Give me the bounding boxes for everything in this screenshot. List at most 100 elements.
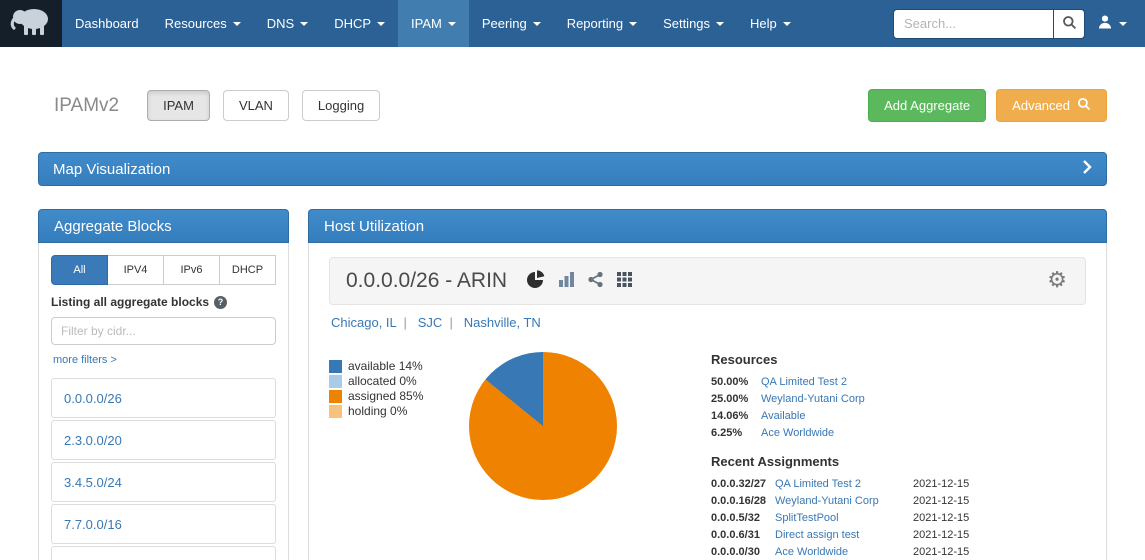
- resource-percent: 6.25%: [711, 427, 761, 439]
- assignment-date: 2021-12-15: [913, 512, 983, 524]
- selected-block-header: 0.0.0.0/26 - ARIN: [329, 257, 1086, 305]
- block-type-tab[interactable]: DHCP: [220, 255, 276, 285]
- resource-percent: 50.00%: [711, 376, 761, 388]
- search-icon: [1077, 97, 1091, 114]
- block-type-tabs: All IPV4 IPv6 DHCP: [51, 255, 276, 285]
- selected-block-title: 0.0.0.0/26 - ARIN: [346, 269, 507, 293]
- resource-link[interactable]: Weyland-Yutani Corp: [761, 393, 865, 405]
- aggregate-block-item-partial[interactable]: [51, 546, 276, 560]
- caret-down-icon: [1119, 22, 1127, 26]
- aggregate-block-item[interactable]: 2.3.0.0/20: [51, 420, 276, 460]
- legend-label: holding 0%: [348, 405, 407, 418]
- caret-down-icon: [783, 22, 791, 26]
- add-aggregate-button[interactable]: Add Aggregate: [868, 89, 986, 122]
- caret-down-icon: [629, 22, 637, 26]
- legend-item: holding 0%: [329, 405, 469, 418]
- resource-link[interactable]: Available: [761, 410, 805, 422]
- caret-down-icon: [533, 22, 541, 26]
- location-link[interactable]: Chicago, IL: [331, 315, 414, 330]
- search-input[interactable]: [893, 9, 1053, 39]
- advanced-button-label: Advanced: [1012, 98, 1070, 113]
- nav-item-label: IPAM: [411, 16, 442, 31]
- legend-item: allocated 0%: [329, 375, 469, 388]
- advanced-button[interactable]: Advanced: [996, 89, 1107, 122]
- assignment-cidr: 0.0.0.32/27: [711, 478, 775, 490]
- nav-item-label: Dashboard: [75, 16, 139, 31]
- help-icon[interactable]: ?: [214, 296, 227, 309]
- caret-down-icon: [233, 22, 241, 26]
- assignment-date: 2021-12-15: [913, 529, 983, 541]
- caret-down-icon: [716, 22, 724, 26]
- map-visualization-title: Map Visualization: [53, 161, 170, 178]
- pie-chart-view-button[interactable]: [527, 270, 546, 292]
- grid-view-button[interactable]: [616, 271, 633, 291]
- pie-chart[interactable]: [469, 352, 617, 500]
- view-button[interactable]: Logging: [302, 90, 380, 121]
- resources-heading: Resources: [711, 352, 983, 367]
- legend-swatch: [329, 390, 342, 403]
- assignment-row: 0.0.0.0/30 Ace Worldwide 2021-12-15: [711, 546, 983, 558]
- block-type-tab[interactable]: All: [51, 255, 108, 285]
- nav-item[interactable]: IPAM: [398, 0, 469, 47]
- assignment-cidr: 0.0.0.0/30: [711, 546, 775, 558]
- page-title: IPAMv2: [54, 95, 119, 117]
- assignment-link[interactable]: Weyland-Yutani Corp: [775, 495, 913, 507]
- caret-down-icon: [377, 22, 385, 26]
- assignment-row: 0.0.0.5/32 SplitTestPool 2021-12-15: [711, 512, 983, 524]
- toolbar-actions: Add Aggregate Advanced: [868, 89, 1107, 122]
- bar-chart-view-button[interactable]: [558, 271, 575, 291]
- block-type-tab[interactable]: IPv6: [164, 255, 220, 285]
- view-button[interactable]: VLAN: [223, 90, 289, 121]
- nav-item[interactable]: Settings: [650, 0, 737, 47]
- assignment-date: 2021-12-15: [913, 478, 983, 490]
- nav-item[interactable]: Help: [737, 0, 804, 47]
- map-visualization-header[interactable]: Map Visualization: [38, 152, 1107, 186]
- aggregate-block-item[interactable]: 3.4.5.0/24: [51, 462, 276, 502]
- nav-item[interactable]: DNS: [254, 0, 321, 47]
- aggregate-block-item[interactable]: 7.7.0.0/16: [51, 504, 276, 544]
- search-icon: [1062, 15, 1077, 33]
- assignment-link[interactable]: Direct assign test: [775, 529, 913, 541]
- brand-logo[interactable]: [0, 0, 62, 47]
- nav-item[interactable]: Reporting: [554, 0, 650, 47]
- aggregate-blocks-header: Aggregate Blocks: [38, 209, 289, 243]
- nav-item[interactable]: DHCP: [321, 0, 398, 47]
- gear-icon[interactable]: ⚙: [1047, 270, 1067, 292]
- resource-row: 6.25% Ace Worldwide: [711, 427, 983, 439]
- location-link[interactable]: SJC: [418, 315, 460, 330]
- aggregate-block-item[interactable]: 0.0.0.0/26: [51, 378, 276, 418]
- assignment-link[interactable]: Ace Worldwide: [775, 546, 913, 558]
- resource-link[interactable]: QA Limited Test 2: [761, 376, 847, 388]
- more-filters-link[interactable]: more filters >: [53, 354, 117, 366]
- recent-assignments-list: 0.0.0.32/27 QA Limited Test 2 2021-12-15…: [711, 478, 983, 558]
- legend-swatch: [329, 360, 342, 373]
- resource-percent: 14.06%: [711, 410, 761, 422]
- assignment-cidr: 0.0.0.5/32: [711, 512, 775, 524]
- share-view-button[interactable]: [587, 271, 604, 291]
- nav-item[interactable]: Peering: [469, 0, 554, 47]
- cidr-filter-input[interactable]: [51, 317, 276, 345]
- mammoth-logo-icon: [10, 5, 52, 42]
- legend-item: available 14%: [329, 360, 469, 373]
- caret-down-icon: [300, 22, 308, 26]
- resource-row: 50.00% QA Limited Test 2: [711, 376, 983, 388]
- nav-item[interactable]: Resources: [152, 0, 254, 47]
- search-button[interactable]: [1053, 9, 1085, 39]
- block-type-tab[interactable]: IPV4: [108, 255, 164, 285]
- location-links: Chicago, IL SJC Nashville, TN: [331, 315, 1084, 330]
- assignment-row: 0.0.0.6/31 Direct assign test 2021-12-15: [711, 529, 983, 541]
- assignment-link[interactable]: SplitTestPool: [775, 512, 913, 524]
- host-utilization-panel: Host Utilization 0.0.0.0/26 - ARIN: [308, 209, 1107, 560]
- caret-down-icon: [448, 22, 456, 26]
- assignment-cidr: 0.0.0.6/31: [711, 529, 775, 541]
- resource-link[interactable]: Ace Worldwide: [761, 427, 834, 439]
- location-link[interactable]: Nashville, TN: [464, 315, 541, 330]
- view-button[interactable]: IPAM: [147, 90, 210, 121]
- host-utilization-title: Host Utilization: [324, 218, 424, 235]
- nav-item-label: Resources: [165, 16, 227, 31]
- resource-percent: 25.00%: [711, 393, 761, 405]
- assignment-link[interactable]: QA Limited Test 2: [775, 478, 913, 490]
- user-menu-button[interactable]: [1085, 0, 1139, 47]
- grid-icon: [616, 271, 633, 291]
- nav-item[interactable]: Dashboard: [62, 0, 152, 47]
